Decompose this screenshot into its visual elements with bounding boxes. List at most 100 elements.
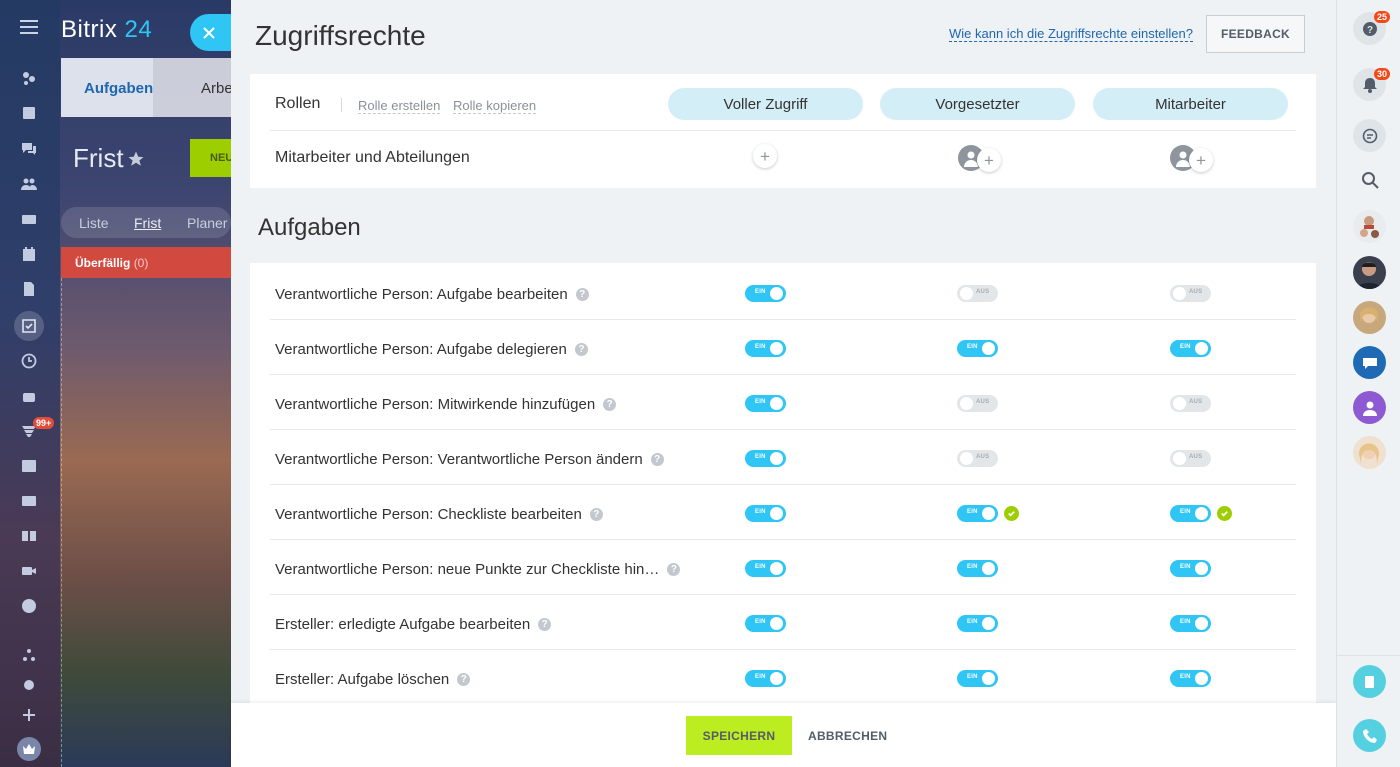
user-avatar[interactable] (1353, 256, 1386, 289)
roles-separator (341, 98, 342, 112)
timeman-icon[interactable] (1353, 665, 1386, 698)
help-question-icon[interactable]: ? (538, 618, 552, 631)
add-member-supervisor-button[interactable]: + (977, 148, 1001, 172)
footer-bar: SPEICHERN ABBRECHEN (231, 703, 1336, 767)
permission-toggle[interactable]: EIN (745, 670, 786, 687)
messenger-icon[interactable] (1353, 119, 1386, 152)
permission-toggle[interactable]: EIN (1170, 505, 1211, 522)
permission-label-text: Verantwortliche Person: Checkliste bearb… (275, 506, 582, 523)
cancel-button[interactable]: ABBRECHEN (808, 716, 887, 755)
view-planer[interactable]: Planer (187, 215, 227, 231)
permission-toggle[interactable]: EIN (957, 670, 998, 687)
permission-toggle[interactable]: EIN (957, 560, 998, 577)
feedback-button[interactable]: FEEDBACK (1206, 15, 1305, 53)
document-icon[interactable] (20, 280, 38, 298)
permission-toggle[interactable]: AUS (1170, 285, 1211, 302)
help-question-icon[interactable]: ? (603, 398, 617, 411)
settings-icon[interactable] (20, 676, 38, 694)
permission-toggle[interactable]: EIN (745, 285, 786, 302)
permission-toggle[interactable]: EIN (745, 450, 786, 467)
toggle-knob (770, 287, 783, 300)
help-question-icon[interactable]: ? (667, 563, 681, 576)
new-task-button[interactable]: NEU (190, 139, 231, 177)
add-member-full-access-button[interactable]: + (753, 144, 777, 168)
video-icon[interactable] (20, 562, 38, 580)
clock-icon[interactable] (20, 352, 38, 370)
help-question-icon[interactable]: ? (650, 453, 664, 466)
robot-icon[interactable] (20, 387, 38, 405)
user-avatar[interactable] (1353, 301, 1386, 334)
section-title: Aufgaben (258, 214, 361, 241)
permission-toggle[interactable]: AUS (1170, 450, 1211, 467)
toggle-knob (1195, 672, 1208, 685)
user-placeholder-icon[interactable] (1353, 391, 1386, 424)
permission-row: Verantwortliche Person: Mitwirkende hinz… (270, 375, 1296, 430)
toggle-knob (770, 617, 783, 630)
permission-toggle[interactable]: EIN (1170, 615, 1211, 632)
calendar-icon[interactable] (20, 245, 38, 263)
permission-label: Verantwortliche Person: Verantwortliche … (275, 451, 664, 468)
toggle-label: EIN (967, 344, 978, 350)
save-button[interactable]: SPEICHERN (686, 716, 792, 755)
tasks-icon[interactable] (14, 311, 44, 341)
view-frist[interactable]: Frist (134, 215, 161, 231)
sites-icon[interactable] (20, 457, 38, 475)
more-icon[interactable] (20, 597, 38, 615)
permission-toggle[interactable]: AUS (957, 395, 998, 412)
help-question-icon[interactable]: ? (575, 288, 589, 301)
permission-label-text: Verantwortliche Person: neue Punkte zur … (275, 561, 660, 578)
help-question-icon[interactable]: ? (589, 508, 603, 521)
close-slider-button[interactable] (190, 14, 231, 51)
view-list[interactable]: Liste (79, 215, 109, 231)
group-chat-avatar[interactable] (1353, 210, 1386, 243)
permission-toggle[interactable]: EIN (745, 505, 786, 522)
chat-icon[interactable] (20, 140, 38, 158)
drive-icon[interactable] (20, 210, 38, 228)
knowledge-icon[interactable] (20, 527, 38, 545)
permission-toggle[interactable]: EIN (957, 340, 998, 357)
tab-arbeit[interactable]: Arbe (201, 80, 231, 97)
permission-toggle[interactable]: EIN (745, 560, 786, 577)
role-employee[interactable]: Mitarbeiter (1093, 88, 1288, 120)
menu-icon[interactable] (20, 20, 38, 34)
tab-aufgaben[interactable]: Aufgaben (84, 80, 153, 97)
toggle-label: AUS (976, 399, 990, 405)
add-icon[interactable] (20, 706, 38, 724)
groups-icon[interactable] (20, 175, 38, 193)
permission-toggle[interactable]: EIN (1170, 340, 1211, 357)
role-full-access[interactable]: Voller Zugriff (668, 88, 863, 120)
permission-toggle[interactable]: EIN (957, 615, 998, 632)
help-question-icon[interactable]: ? (574, 343, 588, 356)
permission-toggle[interactable]: EIN (745, 395, 786, 412)
toggle-label: AUS (1189, 289, 1203, 295)
toggle-label: EIN (755, 509, 766, 515)
open-lines-icon[interactable] (1353, 346, 1386, 379)
help-question-icon[interactable]: ? (457, 673, 471, 686)
permission-toggle[interactable]: EIN (1170, 560, 1211, 577)
permission-toggle[interactable]: EIN (1170, 670, 1211, 687)
contacts-icon[interactable] (20, 492, 38, 510)
sitemap-icon[interactable] (20, 646, 38, 664)
toggle-knob (1195, 507, 1208, 520)
crown-icon[interactable] (17, 737, 41, 761)
permission-toggle[interactable]: EIN (745, 340, 786, 357)
help-link[interactable]: Wie kann ich die Zugriffsrechte einstell… (949, 26, 1193, 42)
permission-toggle[interactable]: EIN (745, 615, 786, 632)
permission-toggle[interactable]: AUS (1170, 395, 1211, 412)
search-icon[interactable] (1361, 171, 1379, 189)
news-icon[interactable] (20, 104, 38, 122)
add-member-employee-button[interactable]: + (1189, 148, 1213, 172)
copy-role-link[interactable]: Rolle kopieren (453, 98, 537, 114)
permission-toggle[interactable]: AUS (957, 285, 998, 302)
permission-toggle[interactable]: AUS (957, 450, 998, 467)
create-role-link[interactable]: Rolle erstellen (358, 98, 441, 114)
user-avatar[interactable] (1353, 436, 1386, 469)
star-icon[interactable] (127, 150, 145, 168)
permission-row: Verantwortliche Person: Aufgabe delegier… (270, 320, 1296, 375)
toggle-label: EIN (755, 454, 766, 460)
phone-icon[interactable] (1353, 719, 1386, 752)
feed-icon[interactable] (20, 69, 38, 87)
permission-row: Ersteller: Aufgabe löschen? EIN EIN EIN (270, 650, 1296, 703)
permission-toggle[interactable]: EIN (957, 505, 998, 522)
role-supervisor[interactable]: Vorgesetzter (880, 88, 1075, 120)
